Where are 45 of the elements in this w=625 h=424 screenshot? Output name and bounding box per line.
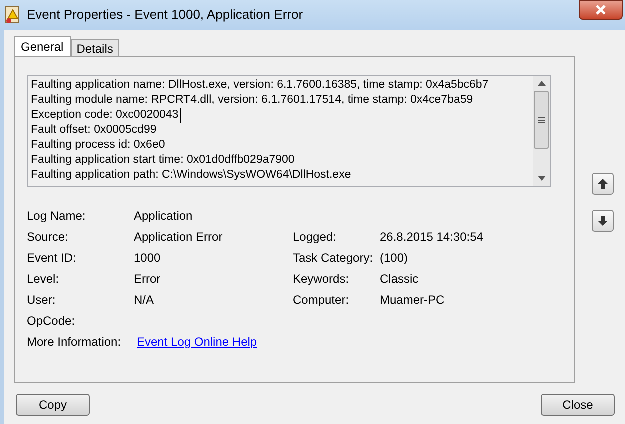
field-label: Task Category:: [293, 250, 374, 266]
help-link[interactable]: Event Log Online Help: [137, 332, 258, 350]
field-value: N/A: [134, 292, 154, 308]
field-value: Application Error: [134, 228, 223, 246]
scroll-thumb[interactable]: [534, 91, 549, 149]
field-label: OpCode:: [27, 312, 76, 330]
dialog-button[interactable]: Close: [541, 394, 615, 416]
window-title: Event Properties - Event 1000, Application Error: [27, 6, 304, 24]
scroll-up-icon[interactable]: [538, 81, 546, 86]
field-value: Error: [134, 270, 161, 288]
arrow-down-icon: [597, 215, 609, 227]
field-value: 26.8.2015 14:30:54: [380, 228, 484, 246]
scroll-down-icon[interactable]: [538, 176, 546, 181]
scrollbar[interactable]: [533, 76, 550, 186]
arrow-up-icon: [597, 178, 609, 190]
previous-event-button[interactable]: [592, 173, 614, 195]
description-line: Faulting application path: C:\Windows\SysWOW64\DllHost.exe: [31, 168, 352, 183]
field-value: Classic: [380, 270, 419, 288]
field-label: Event ID:: [27, 250, 78, 266]
description-line: Faulting application name: DllHost.exe, version: 6.1.7600.16385, time stamp: 0x4a5bc6b7: [31, 78, 489, 93]
description-line: Exception code: 0xc0020043: [31, 108, 181, 123]
field-label: Computer:: [293, 292, 350, 308]
field-label: Logged:: [293, 228, 338, 246]
field-value: Muamer-PC: [380, 292, 445, 308]
description-line: Faulting module name: RPCRT4.dll, version: 6.1.7601.17514, time stamp: 0x4ce7ba59: [31, 93, 474, 108]
grip-icon: [538, 116, 545, 124]
field-label: Keywords:: [293, 270, 350, 288]
dialog-button[interactable]: Copy: [16, 394, 90, 416]
close-button[interactable]: [579, 0, 623, 20]
description-line: Faulting application start time: 0x01d0dffb029a7900: [31, 153, 295, 168]
field-value: 1000: [134, 250, 161, 266]
field-value: (100): [380, 250, 408, 266]
field-value: Application: [134, 208, 193, 224]
field-label: Log Name:: [27, 208, 87, 224]
field-label: Source:: [27, 228, 70, 246]
field-label: User:: [27, 292, 57, 308]
close-icon: [595, 5, 607, 15]
next-event-button[interactable]: [592, 210, 614, 232]
description-line: Fault offset: 0x0005cd99: [31, 123, 157, 138]
field-label: More Information:: [27, 334, 122, 350]
event-log-icon: [5, 6, 21, 24]
description-line: Faulting process id: 0x6e0: [31, 138, 166, 153]
tab[interactable]: General: [14, 36, 71, 56]
tab[interactable]: Details: [70, 39, 120, 56]
field-label: Level:: [27, 270, 60, 288]
